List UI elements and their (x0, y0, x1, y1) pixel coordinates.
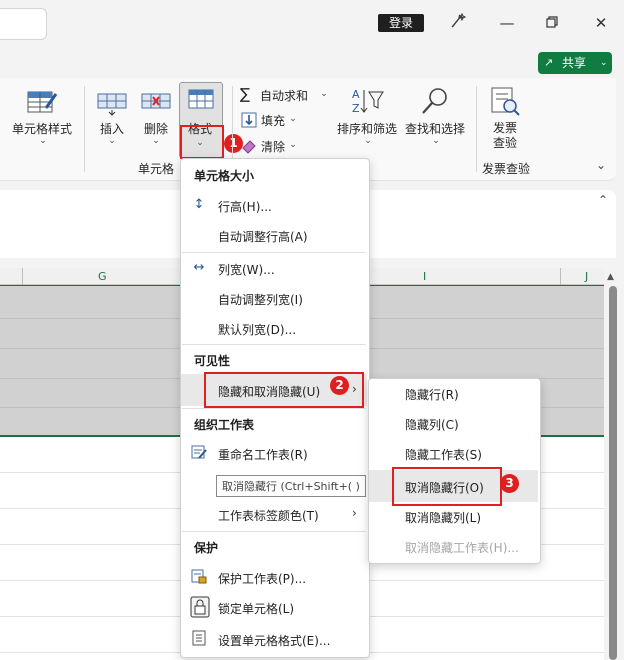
column-header-j[interactable]: J (585, 270, 588, 283)
lock-icon (190, 596, 210, 618)
column-header-i[interactable]: I (423, 270, 426, 283)
menu-section-protect: 保护 (194, 541, 219, 555)
chevron-down-icon[interactable]: ⌄ (36, 136, 50, 146)
menu-section-cell-size: 单元格大小 (194, 169, 255, 183)
menu-item-row-height[interactable]: 行高(H)... (218, 198, 272, 215)
chevron-down-icon[interactable]: ⌄ (429, 136, 443, 146)
menu-item-tab-color[interactable]: 工作表标签颜色(T) (218, 507, 319, 524)
invoice-check-line2[interactable]: 查验 (485, 134, 525, 151)
format-cells-icon (186, 86, 216, 112)
group-divider (476, 86, 477, 172)
search-box[interactable] (0, 8, 47, 40)
scroll-up-icon[interactable]: ▲ (607, 272, 614, 282)
menu-section-visibility: 可见性 (194, 354, 231, 368)
cells-group-label: 单元格 (137, 162, 174, 176)
menu-divider (182, 344, 366, 345)
chevron-down-icon[interactable]: ⌄ (287, 114, 299, 124)
menu-item-default-width[interactable]: 默认列宽(D)... (218, 321, 296, 338)
magnifier-icon (420, 86, 450, 116)
fill-down-icon (241, 112, 257, 128)
menu-item-autofit-row[interactable]: 自动调整行高(A) (218, 228, 308, 245)
step-badge: 3 (500, 474, 519, 493)
row-height-icon: ↕ (193, 197, 205, 212)
restore-icon[interactable] (540, 12, 564, 34)
invoice-group-label: 发票查验 (481, 162, 530, 176)
invoice-check-icon (488, 86, 522, 116)
insert-cells-icon (96, 88, 128, 116)
menu-item-hide-unhide[interactable]: 隐藏和取消隐藏(U) (218, 383, 320, 400)
close-icon[interactable]: ✕ (589, 12, 613, 34)
menu-item-col-width[interactable]: 列宽(W)... (218, 261, 275, 278)
svg-text:A: A (352, 88, 360, 101)
scrollbar-thumb[interactable] (609, 286, 617, 660)
menu-divider (182, 408, 366, 409)
cell-style-icon (26, 88, 58, 116)
chevron-down-icon: ⌄ (600, 58, 608, 68)
menu-item-format-cells[interactable]: 设置单元格格式(E)... (218, 632, 330, 649)
chevron-down-icon[interactable]: ⌄ (149, 136, 163, 146)
column-header-g[interactable]: G (98, 270, 107, 283)
share-button[interactable]: ↗ 共享 ⌄ (538, 52, 612, 74)
chevron-down-icon[interactable]: ⌄ (105, 136, 119, 146)
group-divider (84, 86, 85, 172)
submenu-item-hide-sheet[interactable]: 隐藏工作表(S) (405, 446, 482, 463)
minimize-icon[interactable]: — (495, 12, 519, 34)
delete-button[interactable]: 删除 (138, 120, 174, 137)
sort-filter-icon: AZ (350, 86, 384, 116)
step-badge: 2 (330, 376, 349, 395)
sort-filter-button[interactable]: 排序和筛选 (336, 120, 398, 137)
submenu-arrow-icon: › (352, 382, 357, 396)
tooltip: 取消隐藏行 (Ctrl+Shift+( ) (216, 475, 366, 497)
submenu-item-unhide-cols[interactable]: 取消隐藏列(L) (405, 509, 481, 526)
protect-sheet-icon (191, 568, 207, 584)
submenu-arrow-icon: › (352, 506, 357, 520)
menu-item-lock-cell[interactable]: 锁定单元格(L) (218, 600, 294, 617)
menu-divider (182, 531, 366, 532)
fill-button[interactable]: 填充 (261, 112, 285, 129)
submenu-item-hide-cols[interactable]: 隐藏列(C) (405, 416, 459, 433)
collapse-ribbon-icon[interactable]: ⌄ (594, 158, 608, 172)
rename-sheet-icon (191, 444, 207, 460)
clear-button[interactable]: 清除 (261, 138, 285, 155)
autosum-button[interactable]: 自动求和 (260, 87, 308, 104)
submenu-item-hide-rows[interactable]: 隐藏行(R) (405, 386, 459, 403)
insert-button[interactable]: 插入 (94, 120, 130, 137)
format-cells-dialog-icon (192, 630, 206, 646)
eraser-icon (241, 138, 257, 154)
chevron-down-icon[interactable]: ⌄ (193, 138, 207, 148)
cell-style-button[interactable]: 单元格样式 (8, 120, 76, 137)
menu-divider (182, 252, 366, 253)
sigma-icon: ∑ (240, 85, 251, 103)
share-label: 共享 (562, 56, 587, 70)
menu-item-protect-sheet[interactable]: 保护工作表(P)... (218, 570, 306, 587)
title-bar (0, 0, 624, 48)
column-width-icon: ↔ (193, 260, 205, 275)
menu-item-autofit-col[interactable]: 自动调整列宽(I) (218, 291, 303, 308)
submenu-item-unhide-sheet[interactable]: 取消隐藏工作表(H)... (405, 539, 519, 556)
chevron-down-icon[interactable]: ⌄ (318, 89, 330, 99)
chevron-up-icon[interactable]: ⌃ (598, 193, 608, 207)
premium-diamond-icon[interactable] (446, 12, 470, 34)
chevron-down-icon[interactable]: ⌄ (361, 136, 375, 146)
share-icon: ↗ (544, 56, 554, 69)
menu-section-organize: 组织工作表 (194, 418, 255, 432)
submenu-item-unhide-rows[interactable]: 取消隐藏行(O) (405, 479, 484, 496)
menu-item-rename-sheet[interactable]: 重命名工作表(R) (218, 446, 308, 463)
delete-cells-icon (140, 88, 172, 116)
svg-text:Z: Z (352, 102, 360, 115)
find-select-button[interactable]: 查找和选择 (404, 120, 466, 137)
chevron-down-icon[interactable]: ⌄ (287, 140, 299, 150)
login-button[interactable]: 登录 (378, 14, 424, 32)
